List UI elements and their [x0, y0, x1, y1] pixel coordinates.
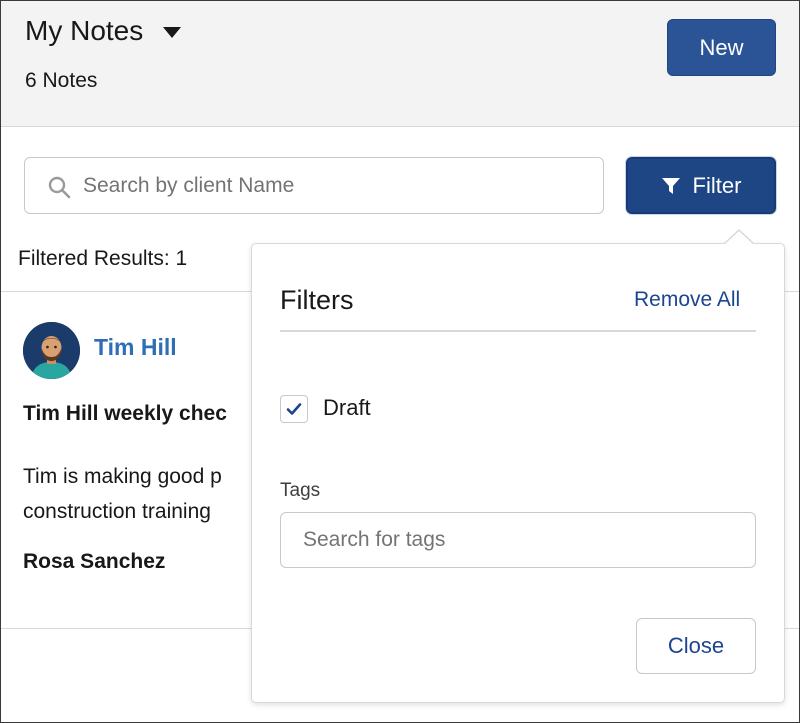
- filters-title: Filters: [280, 285, 354, 315]
- divider: [280, 330, 756, 332]
- close-button[interactable]: Close: [636, 618, 756, 674]
- tags-search-input[interactable]: [281, 513, 755, 567]
- notes-window: My Notes 6 Notes New Filter Filtered Res…: [0, 0, 800, 723]
- filter-button[interactable]: Filter: [626, 157, 776, 214]
- remove-all-link[interactable]: Remove All: [634, 288, 740, 312]
- avatar: [23, 322, 80, 379]
- tags-label: Tags: [280, 480, 321, 501]
- search-input[interactable]: [25, 158, 603, 213]
- draft-checkbox-label[interactable]: Draft: [323, 395, 371, 421]
- filter-button-label: Filter: [692, 172, 742, 198]
- caret-down-icon[interactable]: [163, 26, 182, 38]
- client-search-field[interactable]: [24, 157, 604, 214]
- tags-search-field[interactable]: [280, 512, 756, 568]
- avatar-man-beard-icon: [23, 322, 80, 379]
- filtered-results-count: Filtered Results: 1: [18, 247, 188, 270]
- check-icon: [286, 403, 302, 415]
- search-icon: [48, 176, 71, 199]
- client-name-link[interactable]: Tim Hill: [94, 334, 177, 361]
- draft-checkbox[interactable]: [280, 395, 308, 423]
- filter-funnel-icon: [661, 177, 680, 194]
- popover-arrow-fill: [724, 231, 754, 245]
- new-note-button[interactable]: New: [667, 19, 776, 76]
- note-title: Tim Hill weekly chec: [23, 402, 227, 425]
- notes-count: 6 Notes: [25, 69, 98, 92]
- page-title: My Notes: [25, 15, 144, 46]
- note-author: Rosa Sanchez: [23, 550, 166, 573]
- title-row: My Notes: [25, 15, 182, 47]
